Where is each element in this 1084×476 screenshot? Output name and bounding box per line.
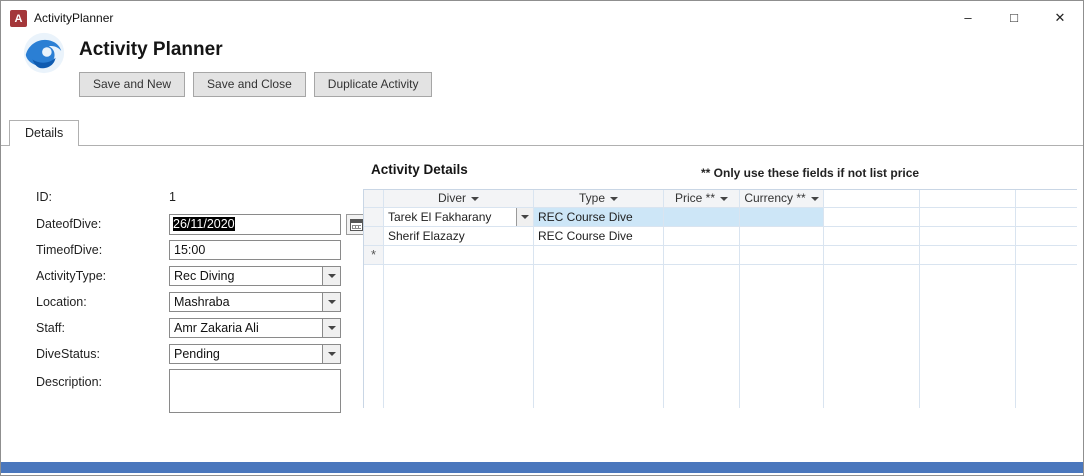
grid-header-empty [920, 190, 1016, 208]
grid-empty-area [364, 265, 1077, 408]
sort-chevron-icon[interactable] [471, 196, 479, 201]
grid-header-diver-label: Diver [437, 191, 466, 205]
activitytype-label: ActivityType: [36, 269, 107, 283]
window-title: ActivityPlanner [34, 11, 114, 25]
row-selector[interactable] [364, 227, 384, 246]
id-value: 1 [169, 190, 176, 204]
chevron-down-icon[interactable] [322, 345, 340, 363]
diver-cell[interactable] [384, 246, 534, 265]
price-cell[interactable] [664, 246, 740, 265]
type-cell[interactable]: REC Course Dive [534, 208, 664, 227]
price-cell[interactable] [664, 227, 740, 246]
close-icon[interactable]: ✕ [1037, 1, 1083, 34]
grid-header-currency-label: Currency ** [744, 191, 806, 205]
diver-cell-value: Tarek El Fakharany [388, 210, 492, 224]
new-record-asterisk-icon[interactable]: * [364, 246, 384, 265]
new-record-row: * [364, 246, 1077, 265]
divestatus-combobox[interactable]: Pending [169, 344, 341, 364]
description-label: Description: [36, 375, 102, 389]
save-and-close-button[interactable]: Save and Close [193, 72, 306, 97]
empty-cell[interactable] [1016, 208, 1077, 227]
empty-cell[interactable] [824, 227, 920, 246]
type-cell[interactable] [534, 246, 664, 265]
subform-title: Activity Details [371, 162, 468, 177]
staff-combobox[interactable]: Amr Zakaria Ali [169, 318, 341, 338]
grid-header-diver[interactable]: Diver [384, 190, 534, 208]
table-row: Tarek El Fakharany REC Course Dive [364, 208, 1077, 227]
save-and-new-button[interactable]: Save and New [79, 72, 186, 97]
maximize-icon[interactable]: □ [991, 1, 1037, 34]
staff-label: Staff: [36, 321, 65, 335]
description-input[interactable] [169, 369, 341, 413]
location-value: Mashraba [174, 295, 230, 309]
table-row: Sherif Elazazy REC Course Dive [364, 227, 1077, 246]
timeofdive-input[interactable] [169, 240, 341, 260]
grid-header-empty [824, 190, 920, 208]
chevron-down-icon[interactable] [322, 293, 340, 311]
chevron-down-icon[interactable] [322, 319, 340, 337]
activitytype-value: Rec Diving [174, 269, 235, 283]
currency-cell[interactable] [740, 246, 824, 265]
dateofdive-input[interactable]: 26/11/2020 [169, 214, 341, 235]
diver-cell[interactable]: Sherif Elazazy [384, 227, 534, 246]
grid-header-type-label: Type [578, 191, 605, 205]
location-combobox[interactable]: Mashraba [169, 292, 341, 312]
grid-header-price-label: Price ** [674, 191, 715, 205]
diver-cell-combobox[interactable]: Tarek El Fakharany [384, 208, 534, 227]
calendar-icon [350, 218, 363, 231]
tab-strip-divider [1, 145, 1083, 146]
page-title: Activity Planner [79, 39, 223, 60]
grid-header-price[interactable]: Price ** [664, 190, 740, 208]
activity-details-grid: Diver Type Price ** Currency ** Tarek El… [363, 189, 1077, 408]
chevron-down-icon[interactable] [516, 208, 533, 226]
grid-select-all[interactable] [364, 190, 384, 208]
grid-header-row: Diver Type Price ** Currency ** [364, 190, 1077, 208]
duplicate-activity-button[interactable]: Duplicate Activity [313, 72, 433, 97]
wave-logo-icon [21, 29, 67, 75]
timeofdive-label: TimeofDive: [36, 243, 103, 257]
minimize-icon[interactable]: – [945, 1, 991, 34]
sort-chevron-icon[interactable] [720, 196, 728, 201]
sort-chevron-icon[interactable] [810, 196, 819, 201]
sort-chevron-icon[interactable] [610, 196, 618, 201]
divestatus-value: Pending [174, 347, 220, 361]
empty-cell[interactable] [824, 208, 920, 227]
divestatus-label: DiveStatus: [36, 347, 100, 361]
id-label: ID: [36, 190, 52, 204]
dateofdive-selected-text: 26/11/2020 [173, 217, 235, 231]
empty-cell[interactable] [920, 227, 1016, 246]
empty-cell[interactable] [920, 246, 1016, 265]
price-cell[interactable] [664, 208, 740, 227]
window-controls: – □ ✕ [945, 1, 1083, 35]
toolbar: Save and New Save and Close Duplicate Ac… [79, 72, 433, 97]
empty-cell[interactable] [1016, 227, 1077, 246]
grid-header-type[interactable]: Type [534, 190, 664, 208]
grid-header-empty [1016, 190, 1077, 208]
title-bar: A ActivityPlanner – □ ✕ [1, 1, 1083, 35]
activity-planner-window: A ActivityPlanner – □ ✕ Activity Planner… [0, 0, 1084, 476]
activitytype-combobox[interactable]: Rec Diving [169, 266, 341, 286]
subform-note: ** Only use these fields if not list pri… [701, 166, 920, 180]
tab-details[interactable]: Details [9, 120, 80, 146]
location-label: Location: [36, 295, 87, 309]
chevron-down-icon[interactable] [322, 267, 340, 285]
empty-cell[interactable] [920, 208, 1016, 227]
bottom-status-strip [1, 462, 1083, 473]
type-cell[interactable]: REC Course Dive [534, 227, 664, 246]
currency-cell[interactable] [740, 227, 824, 246]
row-selector[interactable] [364, 208, 384, 227]
access-app-icon: A [10, 10, 27, 27]
empty-cell[interactable] [824, 246, 920, 265]
grid-header-currency[interactable]: Currency ** [740, 190, 824, 208]
empty-cell[interactable] [1016, 246, 1077, 265]
dateofdive-label: DateofDive: [36, 217, 102, 231]
staff-value: Amr Zakaria Ali [174, 321, 259, 335]
currency-cell[interactable] [740, 208, 824, 227]
